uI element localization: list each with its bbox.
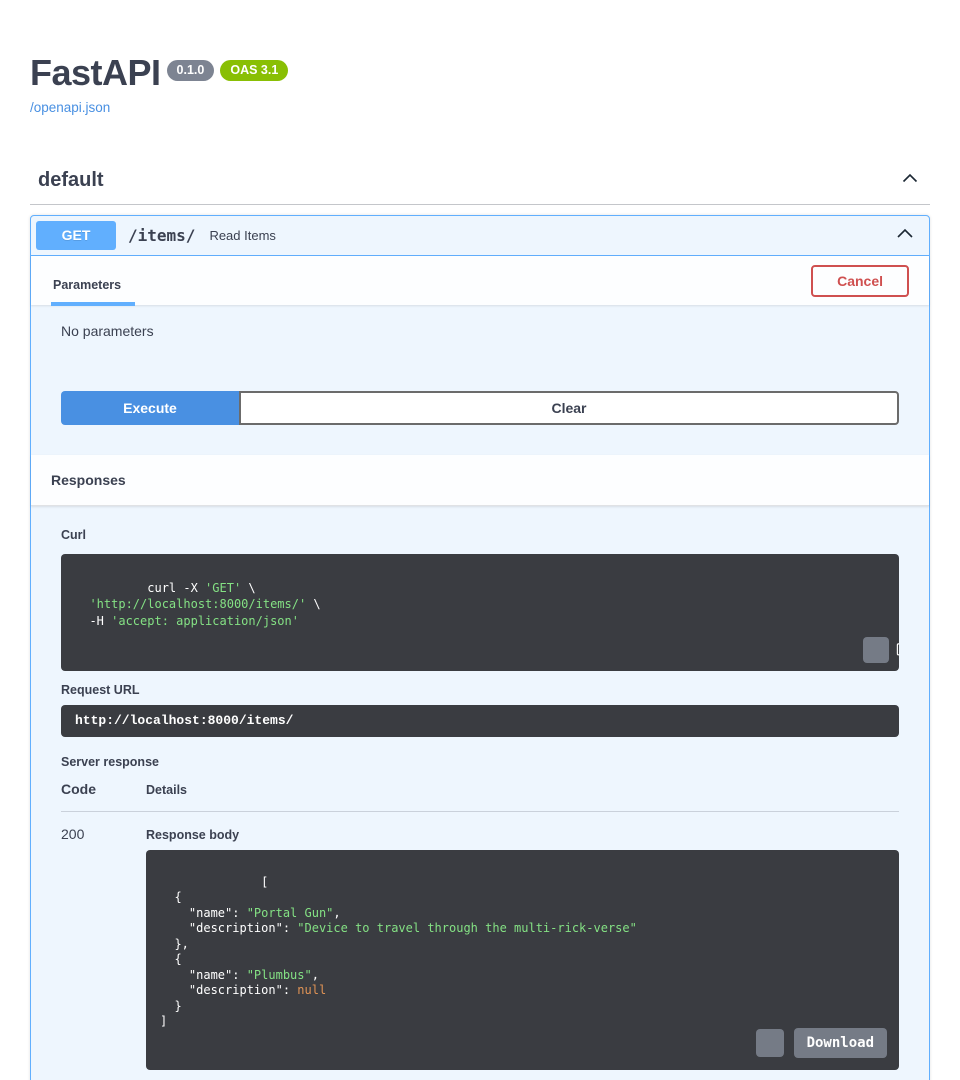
- download-button[interactable]: Download: [794, 1028, 887, 1058]
- response-row: 200 Response body [ { "name": "Portal Gu…: [61, 826, 899, 1080]
- curl-command: curl -X 'GET' \ 'http://localhost:8000/i…: [61, 554, 899, 671]
- code-column-header: Code: [61, 781, 146, 797]
- execute-button[interactable]: Execute: [61, 391, 239, 425]
- oas-badge: OAS 3.1: [220, 60, 288, 81]
- page: FastAPI 0.1.0OAS 3.1 /openapi.json defaul…: [0, 0, 960, 1080]
- execute-wrapper: Execute Clear: [31, 376, 929, 455]
- operation-path: /items/: [116, 226, 205, 245]
- opblock-get-items: GET /items/ Read Items Parameters Cancel…: [30, 215, 930, 1080]
- response-body: [ { "name": "Portal Gun", "description":…: [146, 850, 899, 1070]
- api-title: FastAPI: [30, 52, 161, 93]
- response-body-label: Response body: [146, 828, 899, 842]
- api-info: FastAPI 0.1.0OAS 3.1 /openapi.json: [30, 52, 930, 117]
- version-badge: 0.1.0: [167, 60, 215, 81]
- copy-to-clipboard-button[interactable]: [756, 1029, 784, 1057]
- request-url-label: Request URL: [61, 683, 899, 697]
- response-details: Response body [ { "name": "Portal Gun", …: [146, 826, 899, 1080]
- response-body-json: [ { "name": "Portal Gun", "description":…: [160, 875, 637, 1029]
- curl-label: Curl: [61, 528, 86, 542]
- curl-command-text: curl -X 'GET' \ 'http://localhost:8000/i…: [75, 581, 321, 628]
- responses-body: Curl curl -X 'GET' \ 'http://localhost:8…: [31, 506, 929, 1080]
- method-badge: GET: [36, 221, 116, 250]
- copy-to-clipboard-button[interactable]: [863, 637, 889, 663]
- operation-summary: Read Items: [205, 228, 886, 243]
- clear-button[interactable]: Clear: [239, 391, 899, 425]
- cancel-button[interactable]: Cancel: [811, 265, 909, 297]
- parameters-body: No parameters: [31, 305, 929, 376]
- details-column-header: Details: [146, 783, 187, 797]
- opblock-summary[interactable]: GET /items/ Read Items: [31, 216, 929, 256]
- tag-title: default: [38, 169, 104, 192]
- responses-header: Responses: [31, 455, 929, 506]
- clipboard-icon: [843, 626, 899, 671]
- request-url-value: http://localhost:8000/items/: [61, 705, 899, 737]
- chevron-up-icon[interactable]: [886, 224, 924, 247]
- chevron-up-icon[interactable]: [900, 169, 920, 192]
- tab-parameters[interactable]: Parameters: [51, 278, 135, 306]
- status-code: 200: [61, 826, 146, 1080]
- response-table-header: Code Details: [61, 781, 899, 812]
- response-body-controls: Download: [756, 1028, 887, 1058]
- parameters-header: Parameters Cancel: [31, 256, 929, 305]
- tag-header-default[interactable]: default: [30, 169, 930, 205]
- openapi-spec-link[interactable]: /openapi.json: [30, 100, 110, 115]
- no-parameters-message: No parameters: [61, 323, 154, 339]
- server-response-label: Server response: [61, 755, 899, 769]
- tag-section-default: default GET /items/ Read Items Parameter…: [30, 169, 930, 1080]
